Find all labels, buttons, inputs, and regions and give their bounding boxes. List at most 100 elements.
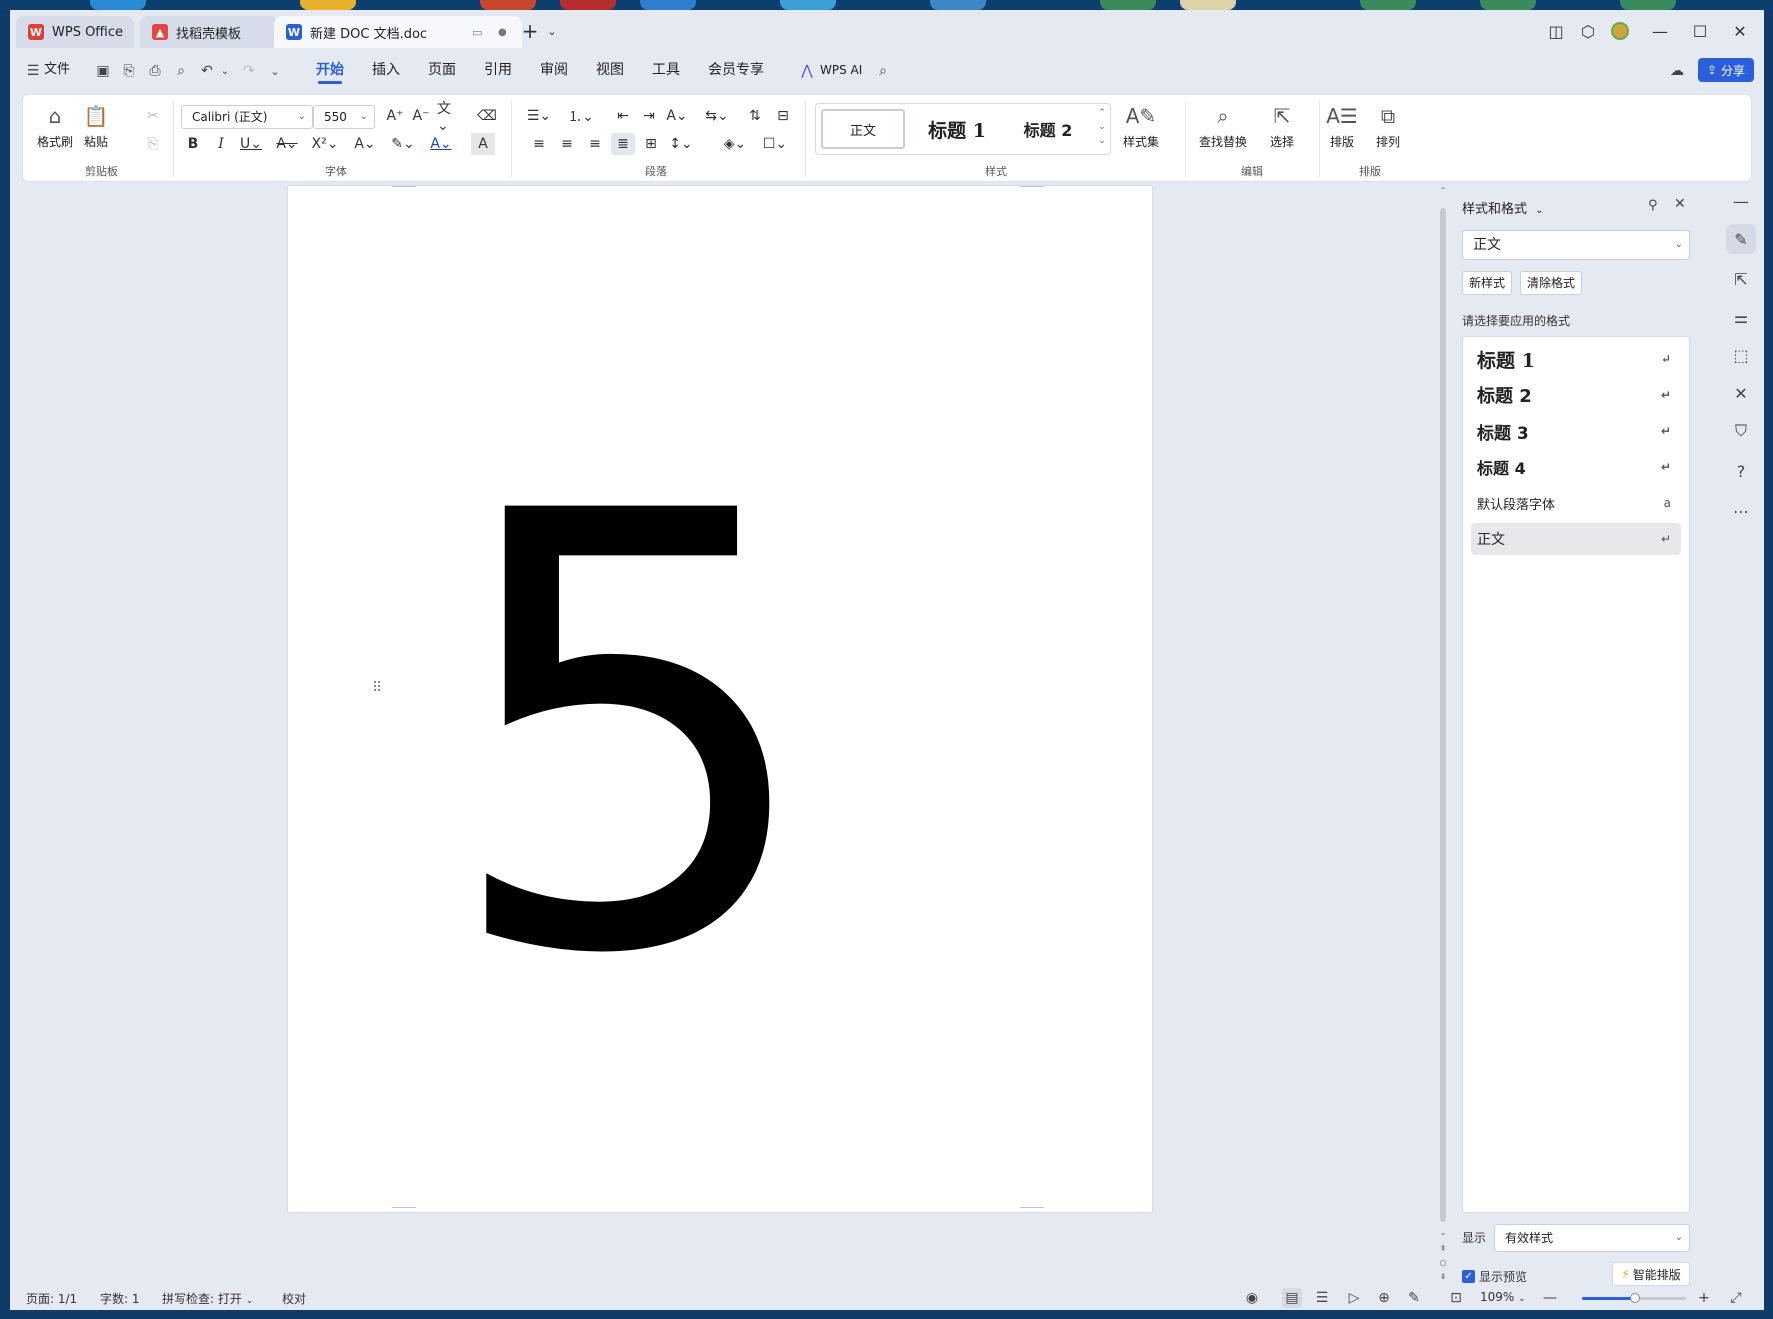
desktop-icon[interactable] (1620, 0, 1676, 10)
browse-object-icon[interactable]: ○ (1437, 1258, 1449, 1267)
line-spacing-icon[interactable]: ↕⌄ (669, 133, 693, 155)
tab-list-chevron-icon[interactable]: ⌄ (542, 21, 562, 41)
strikethrough-icon[interactable]: A⌄ (275, 133, 299, 155)
menu-references[interactable]: 引用 (484, 50, 512, 90)
tools-icon[interactable]: ✕ (1726, 378, 1756, 408)
monitor-icon[interactable]: ▭ (472, 26, 482, 39)
tab-wps-office[interactable]: W WPS Office (16, 16, 134, 48)
close-pane-icon[interactable]: ✕ (1674, 196, 1686, 212)
spell-check[interactable]: 拼写检查: 打开 ⌄ (162, 1290, 253, 1307)
scroll-thumb[interactable] (1440, 208, 1446, 1222)
numbered-list-icon[interactable]: ⒈⌄ (568, 105, 594, 127)
grow-font-icon[interactable]: A⁺ (383, 105, 407, 127)
menu-member[interactable]: 会员专享 (708, 50, 764, 90)
font-size-select[interactable]: 550 ⌄ (313, 105, 375, 129)
new-style-button[interactable]: 新样式 (1462, 271, 1513, 295)
desktop-icon[interactable] (640, 0, 696, 10)
pin-icon[interactable]: ⚲ (1648, 198, 1658, 213)
find-replace-button[interactable]: ⌕ 查找替换 (1199, 103, 1247, 150)
style-item-heading-4[interactable]: 标题 4 ↵ (1471, 451, 1681, 483)
prev-page-icon[interactable]: ⇞ (1437, 1244, 1449, 1253)
menu-tools[interactable]: 工具 (652, 50, 680, 90)
properties-icon[interactable]: ⚌ (1726, 302, 1756, 332)
cloud-icon[interactable]: ☁ (1668, 62, 1686, 80)
format-painter-button[interactable]: ⌂ 格式刷 (37, 103, 73, 150)
align-left-icon[interactable]: ≡ (527, 133, 551, 155)
print-icon[interactable]: ⎙ (146, 62, 164, 80)
save-icon[interactable]: ▣ (94, 62, 112, 80)
fit-page-icon[interactable]: ⊡ (1446, 1288, 1466, 1308)
select-button[interactable]: ⇱ 选择 (1269, 103, 1295, 150)
tab-new-doc[interactable]: W 新建 DOC 文档.doc ▭ ● (274, 16, 522, 48)
desktop-icon[interactable] (780, 0, 836, 10)
align-right-icon[interactable]: ≡ (583, 133, 607, 155)
underline-icon[interactable]: U⌄ (239, 133, 263, 155)
menu-review[interactable]: 审阅 (540, 50, 568, 90)
redo-icon[interactable]: ↷ (240, 62, 258, 80)
wps-ai-button[interactable]: WPS AI (820, 50, 862, 90)
shirt-icon[interactable]: ⛉ (1726, 416, 1756, 446)
desktop-icon[interactable] (300, 0, 356, 10)
unsaved-dot-icon[interactable]: ● (498, 27, 507, 38)
maximize-icon[interactable]: ☐ (1690, 21, 1710, 41)
desktop-icon[interactable] (480, 0, 536, 10)
desktop-icon[interactable] (90, 0, 146, 10)
eye-protection-icon[interactable]: ◉ (1242, 1288, 1262, 1308)
align-center-icon[interactable]: ≡ (555, 133, 579, 155)
page-count[interactable]: 页面: 1/1 (26, 1290, 77, 1307)
rtl-icon[interactable]: ⇆⌄ (705, 105, 729, 127)
undo-icon[interactable]: ↶ (198, 62, 216, 80)
bold-icon[interactable]: B (181, 133, 205, 155)
typeset-button[interactable]: A☰ 排版 (1326, 103, 1358, 150)
desktop-icon[interactable] (1480, 0, 1536, 10)
copy-icon[interactable]: ⎘ (141, 133, 165, 155)
cube-icon[interactable]: ⬡ (1578, 21, 1598, 41)
menu-page[interactable]: 页面 (428, 50, 456, 90)
paste-button[interactable]: 📋 粘贴 (83, 103, 109, 150)
shrink-font-icon[interactable]: A⁻ (409, 105, 433, 127)
italic-icon[interactable]: I (209, 133, 233, 155)
outline-view-icon[interactable]: ☰ (1312, 1288, 1332, 1308)
reading-mode-icon[interactable]: ▷ (1344, 1288, 1364, 1308)
scroll-up-icon[interactable]: ⌃ (1437, 186, 1449, 195)
style-heading-2[interactable]: 标题 2 (1008, 109, 1088, 149)
sort-icon[interactable]: ⇅ (743, 105, 767, 127)
bullet-list-icon[interactable]: ☰⌄ (527, 105, 551, 127)
minimize-icon[interactable]: — (1650, 21, 1670, 41)
arrange-button[interactable]: ⧉ 排列 (1375, 103, 1401, 150)
undo-chevron-icon[interactable]: ⌄ (216, 62, 234, 80)
font-name-select[interactable]: Calibri (正文) ⌄ (181, 105, 313, 129)
show-marks-icon[interactable]: ⊟ (771, 105, 795, 127)
text-direction-icon[interactable]: A⌄ (665, 105, 689, 127)
show-select[interactable]: 有效样式 ⌄ (1494, 1224, 1690, 1252)
menu-home[interactable]: 开始 (316, 50, 344, 90)
style-item-heading-2[interactable]: 标题 2 ↵ (1471, 379, 1681, 411)
menu-file[interactable]: 文件 (44, 50, 70, 90)
fullscreen-icon[interactable]: ⤢ (1726, 1288, 1746, 1308)
styles-pane-icon[interactable]: ✎ (1726, 224, 1756, 254)
desktop-icon[interactable] (1100, 0, 1156, 10)
char-shading-icon[interactable]: A (471, 133, 495, 155)
wps-ai-icon[interactable]: ⋀ (798, 62, 816, 80)
close-window-icon[interactable]: ✕ (1730, 21, 1750, 41)
next-page-icon[interactable]: ⇟ (1437, 1272, 1449, 1281)
print-preview-icon[interactable]: ⌕ (172, 62, 190, 80)
cut-icon[interactable]: ✂ (141, 105, 165, 127)
write-mode-icon[interactable]: ✎ (1404, 1288, 1424, 1308)
new-tab-icon[interactable]: + (520, 19, 540, 43)
vertical-scrollbar[interactable]: ⌃ ⌄ ⇞ ○ ⇟ (1437, 186, 1449, 1296)
text-effect-icon[interactable]: A⌄ (353, 133, 377, 155)
hamburger-icon[interactable]: ☰ (24, 62, 42, 80)
desktop-icon[interactable] (1360, 0, 1416, 10)
window-layout-icon[interactable]: ◫ (1546, 21, 1566, 41)
menu-view[interactable]: 视图 (596, 50, 624, 90)
word-count[interactable]: 字数: 1 (100, 1290, 140, 1307)
search-icon[interactable]: ⌕ (874, 62, 892, 80)
decrease-indent-icon[interactable]: ⇤ (611, 105, 635, 127)
help-icon[interactable]: ? (1726, 456, 1756, 486)
zoom-slider[interactable] (1582, 1293, 1686, 1303)
page-view-icon[interactable]: ▤ (1282, 1288, 1302, 1308)
zoom-in-icon[interactable]: + (1694, 1288, 1714, 1308)
avatar[interactable] (1610, 21, 1630, 41)
show-preview-checkbox[interactable]: ✓ 显示预览 (1462, 1268, 1527, 1285)
